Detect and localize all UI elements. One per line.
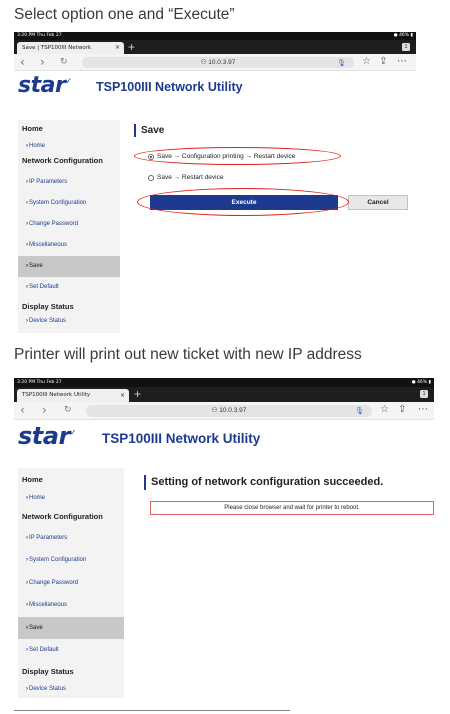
option-label: Save → Configuration printing → Restart … bbox=[157, 153, 296, 160]
sidebar-item-home[interactable]: ›Home bbox=[18, 140, 120, 153]
sidebar-item-ip-parameters[interactable]: ›IP Parameters bbox=[18, 527, 124, 549]
app-header: star✓ TSP100III Network Utility bbox=[14, 420, 434, 454]
address-field[interactable]: ⚇ 10.0.3.97 🎙 bbox=[82, 57, 354, 68]
sidebar-item-change-password[interactable]: ›Change Password bbox=[18, 214, 120, 235]
sidebar-heading-display-status: Display Status bbox=[22, 667, 74, 676]
reload-icon[interactable]: ↻ bbox=[60, 54, 68, 70]
sidebar-item-miscellaneous[interactable]: ›Miscellaneous bbox=[18, 594, 124, 617]
screenshot-save-page: 3:20 PM Thu Feb 27 ● 46% ▮ Save | TSP100… bbox=[14, 32, 416, 333]
browser-tab[interactable]: TSP100III Network Utility × bbox=[17, 389, 129, 402]
sidebar: Home ›Home Network Configuration ›IP Par… bbox=[18, 468, 124, 698]
status-time: 3:20 PM Thu Feb 27 bbox=[17, 33, 62, 38]
app-title: TSP100III Network Utility bbox=[102, 431, 261, 446]
battery-indicator: ● 46% ▮ bbox=[411, 380, 431, 385]
tab-count-badge[interactable]: 1 bbox=[402, 43, 410, 51]
tab-count-badge[interactable]: 1 bbox=[420, 390, 428, 398]
star-logo: star✓ bbox=[18, 73, 72, 98]
caption-step-2: Printer will print out new ticket with n… bbox=[14, 346, 362, 363]
sidebar-heading-display-status: Display Status bbox=[22, 302, 74, 311]
url-bar: ‹ › ↻ ⚇ 10.0.3.97 🎙 ☆ ⇪ ⋯ bbox=[14, 402, 434, 420]
back-icon[interactable]: ‹ bbox=[20, 402, 25, 418]
divider bbox=[14, 710, 290, 711]
main-content: Save Save → Configuration printing → Res… bbox=[120, 120, 416, 333]
sidebar-heading-home: Home bbox=[22, 124, 43, 133]
url-text: 10.0.3.97 bbox=[208, 59, 236, 66]
main-content: Setting of network configuration succeed… bbox=[126, 468, 434, 698]
sidebar-item-save[interactable]: ›Save bbox=[18, 256, 120, 277]
cancel-button[interactable]: Cancel bbox=[348, 195, 408, 210]
back-icon[interactable]: ‹ bbox=[20, 54, 25, 70]
tab-bar: Save | TSP100III Network × + 1 bbox=[14, 40, 416, 54]
status-bar: 3:20 PM Thu Feb 27 ● 46% ▮ bbox=[14, 378, 434, 387]
radio-unselected-icon[interactable] bbox=[148, 174, 154, 181]
page-title: Setting of network configuration succeed… bbox=[144, 475, 383, 490]
sidebar-heading-network: Network Configuration bbox=[22, 156, 103, 165]
more-icon[interactable]: ⋯ bbox=[397, 54, 407, 70]
sidebar-item-save[interactable]: ›Save bbox=[18, 617, 124, 639]
tab-title: TSP100III Network Utility bbox=[22, 392, 91, 398]
sidebar-item-set-default[interactable]: ›Set Default bbox=[18, 277, 120, 298]
star-logo: star✓ bbox=[18, 422, 77, 450]
address-field[interactable]: ⚇ 10.0.3.97 🎙 bbox=[86, 405, 372, 417]
app-title: TSP100III Network Utility bbox=[96, 80, 243, 94]
browser-tab[interactable]: Save | TSP100III Network × bbox=[17, 42, 124, 54]
app-header: star✓ TSP100III Network Utility bbox=[14, 71, 416, 101]
battery-indicator: ● 46% ▮ bbox=[393, 33, 413, 38]
sidebar: Home ›Home Network Configuration ›IP Par… bbox=[18, 120, 120, 333]
share-icon[interactable]: ⇪ bbox=[398, 402, 406, 418]
sidebar-item-device-status[interactable]: ›Device Status bbox=[18, 315, 120, 328]
caption-step-1: Select option one and “Execute” bbox=[14, 6, 235, 23]
page-title: Save bbox=[134, 124, 164, 137]
new-tab-icon[interactable]: + bbox=[134, 387, 141, 402]
option-label: Save → Restart device bbox=[157, 174, 224, 181]
more-icon[interactable]: ⋯ bbox=[418, 402, 428, 418]
tab-bar: TSP100III Network Utility × + 1 bbox=[14, 387, 434, 402]
tab-close-icon[interactable]: × bbox=[115, 42, 120, 54]
reload-icon[interactable]: ↻ bbox=[64, 402, 72, 418]
url-bar: ‹ › ↻ ⚇ 10.0.3.97 🎙 ☆ ⇪ ⋯ bbox=[14, 54, 416, 71]
status-time: 3:20 PM Thu Feb 27 bbox=[17, 380, 62, 385]
radio-selected-icon[interactable] bbox=[148, 153, 154, 160]
lock-icon: ⚇ bbox=[211, 407, 218, 414]
url-text: 10.0.3.97 bbox=[219, 407, 247, 414]
lock-icon: ⚇ bbox=[200, 59, 207, 66]
screenshot-result-page: 3:20 PM Thu Feb 27 ● 46% ▮ TSP100III Net… bbox=[14, 378, 434, 698]
reboot-message: Please close browser and wait for printe… bbox=[150, 501, 434, 515]
forward-icon[interactable]: › bbox=[42, 402, 47, 418]
forward-icon[interactable]: › bbox=[40, 54, 45, 70]
sidebar-heading-network: Network Configuration bbox=[22, 512, 103, 521]
mic-icon[interactable]: 🎙 bbox=[355, 406, 364, 418]
tab-title: Save | TSP100III Network bbox=[22, 45, 92, 51]
mic-icon[interactable]: 🎙 bbox=[337, 58, 346, 69]
new-tab-icon[interactable]: + bbox=[128, 40, 135, 54]
execute-button[interactable]: Execute bbox=[150, 195, 338, 210]
status-bar: 3:20 PM Thu Feb 27 ● 46% ▮ bbox=[14, 32, 416, 40]
share-icon[interactable]: ⇪ bbox=[379, 54, 387, 70]
tab-close-icon[interactable]: × bbox=[120, 389, 125, 402]
sidebar-item-miscellaneous[interactable]: ›Miscellaneous bbox=[18, 235, 120, 256]
sidebar-item-set-default[interactable]: ›Set Default bbox=[18, 639, 124, 661]
sidebar-item-change-password[interactable]: ›Change Password bbox=[18, 572, 124, 594]
sidebar-item-system-configuration[interactable]: ›System Configuration bbox=[18, 549, 124, 572]
sidebar-item-device-status[interactable]: ›Device Status bbox=[18, 682, 124, 697]
sidebar-item-home[interactable]: ›Home bbox=[18, 490, 124, 507]
sidebar-heading-home: Home bbox=[22, 475, 43, 484]
star-icon[interactable]: ☆ bbox=[380, 402, 389, 418]
option-save-print-restart[interactable]: Save → Configuration printing → Restart … bbox=[148, 153, 295, 160]
option-save-restart[interactable]: Save → Restart device bbox=[148, 174, 223, 181]
star-icon[interactable]: ☆ bbox=[362, 54, 371, 70]
sidebar-item-ip-parameters[interactable]: ›IP Parameters bbox=[18, 172, 120, 193]
sidebar-item-system-configuration[interactable]: ›System Configuration bbox=[18, 193, 120, 214]
